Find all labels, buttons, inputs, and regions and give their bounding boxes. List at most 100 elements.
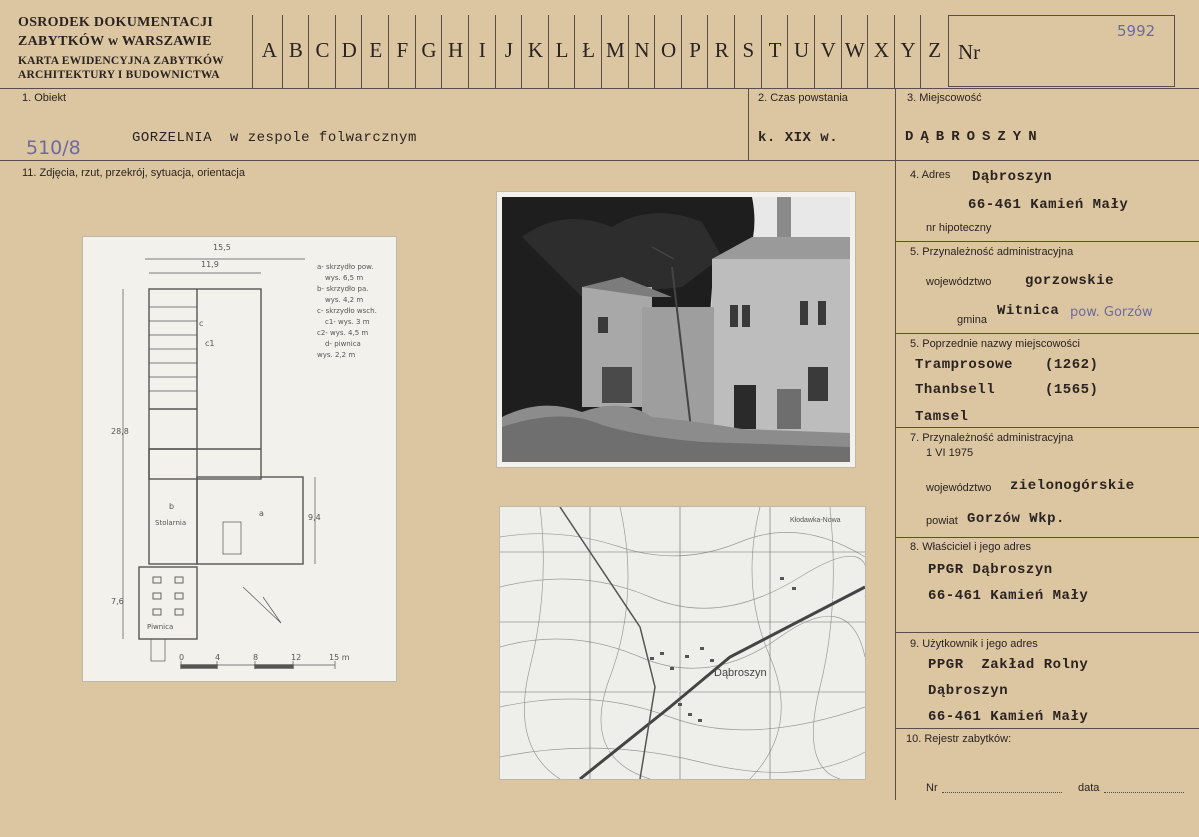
woj-label: województwo: [926, 276, 992, 288]
alphabet-cell-divider: [467, 15, 469, 88]
floor-plan-drawing: 15,5 11,9 28,8 9,4 7,6 a- skrzydło pow. w…: [83, 237, 396, 681]
map-town-label: Dąbroszyn: [714, 667, 767, 679]
alphabet-letter: X: [873, 38, 890, 62]
rejestr-data-dots: [1104, 792, 1184, 793]
uzytkownik-line2: Dąbroszyn: [928, 683, 1009, 699]
poprz-2-name: Thanbsell: [915, 382, 996, 398]
alphabet-letter: O: [660, 38, 677, 62]
alphabet-cell-divider: [707, 15, 709, 88]
plan-scale-label: 4: [215, 653, 221, 662]
alphabet-cell-divider: [334, 15, 336, 88]
alphabet-letter: L: [555, 38, 569, 62]
plan-legend-line: wys. 6,5 m: [325, 274, 364, 282]
alphabet-letter: S: [742, 38, 755, 62]
alphabet-cell-divider: [654, 15, 656, 88]
alphabet-cell-divider: [308, 15, 310, 88]
alphabet-letter: K: [527, 38, 544, 62]
plan-legend-line: wys. 2,2 m: [317, 351, 356, 359]
card-title-line2: ARCHITEKTURY I BUDOWNICTWA: [18, 69, 220, 81]
poprz-1-year: (1262): [1045, 357, 1099, 373]
alphabet-letter: C: [315, 38, 330, 62]
alphabet-letter: R: [714, 38, 729, 62]
obiekt-handnote: 510/8: [26, 137, 81, 159]
poprz-label: 5. Poprzednie nazwy miejscowości: [910, 338, 1080, 350]
poprz-3-name: Tamsel: [915, 409, 969, 425]
header-left-divider: [252, 15, 253, 88]
hipoteczny-label: nr hipoteczny: [926, 222, 992, 234]
plan-room-b: b: [169, 502, 175, 511]
obiekt-divider: [748, 88, 749, 160]
alphabet-cell-divider: [680, 15, 682, 88]
miejscowosc-label: 3. Miejscowość: [907, 92, 982, 104]
location-map: Dąbroszyn Kłodawka-Nowa: [500, 507, 865, 779]
sep-przyn: [895, 333, 1199, 334]
plan-legend-line: c2- wys. 4,5 m: [317, 329, 369, 337]
plan-legend-line: b- skrzydło pa.: [317, 285, 369, 293]
right-column-divider: [895, 88, 896, 800]
plan-dim-bottom-left: 7,6: [111, 597, 124, 606]
gmina-value: Witnica: [997, 303, 1060, 319]
row1-divider: [0, 160, 1199, 161]
org-name-line1: OSRODEK DOKUMENTACJI: [18, 15, 214, 30]
building-photo: [497, 192, 855, 467]
alphabet-cell-divider: [574, 15, 576, 88]
alphabet-letter: T: [768, 38, 782, 62]
rejestr-data-label: data: [1078, 782, 1100, 794]
wlasciciel-label: 8. Właściciel i jego adres: [910, 541, 1032, 553]
plan-dim-top-outer: 15,5: [213, 243, 231, 252]
alphabet-letter: G: [421, 38, 437, 62]
alphabet-cell-divider: [813, 15, 815, 88]
nr-label: Nr: [958, 40, 981, 64]
alphabet-cell-divider: [388, 15, 390, 88]
wlasciciel-line2: 66-461 Kamień Mały: [928, 588, 1089, 604]
alphabet-cell-divider: [867, 15, 869, 88]
woj7-value: zielonogórskie: [1010, 478, 1135, 494]
adres-line2: 66-461 Kamień Mały: [968, 197, 1129, 213]
alphabet-cell-divider: [521, 15, 523, 88]
alphabet-cell-divider: [441, 15, 443, 88]
sep-uzytkownik: [895, 728, 1199, 729]
uzytkownik-label: 9. Użytkownik i jego adres: [910, 638, 1038, 650]
adres-label: 4. Adres: [910, 169, 951, 181]
plan-legend-line: a- skrzydło pow.: [317, 263, 374, 271]
alphabet-letter: E: [369, 38, 383, 62]
alphabet-cell-divider: [840, 15, 842, 88]
alphabet-letter: V: [820, 38, 836, 62]
poprz-1-name: Tramprosowe: [915, 357, 1013, 373]
plan-scale-label: 0: [179, 653, 185, 662]
gmina-label: gmina: [957, 314, 987, 326]
woj-value: gorzowskie: [1025, 273, 1115, 289]
alphabet-letter: N: [634, 38, 650, 62]
plan-legend-line: d- piwnica: [325, 340, 361, 348]
card-title-line1: KARTA EWIDENCYJNA ZABYTKÓW: [18, 55, 224, 67]
plan-legend-line: c- skrzydło wsch.: [317, 307, 377, 315]
alphabet-cell-divider: [601, 15, 602, 88]
alphabet-cell-divider: [414, 15, 416, 88]
plan-dim-top-inner: 11,9: [201, 260, 219, 269]
alphabet-letter: F: [396, 38, 409, 62]
alphabet-cell-divider: [787, 15, 789, 88]
uzytkownik-line1: PPGR Zakład Rolny: [928, 657, 1089, 673]
wlasciciel-line1: PPGR Dąbroszyn: [928, 562, 1053, 578]
alphabet-cell-divider: [627, 15, 629, 88]
alphabet-letter: J: [504, 38, 513, 62]
location-map-svg: [500, 507, 865, 779]
plan-room-c: c: [199, 319, 204, 328]
gmina-handnote: pow. Gorzów: [1070, 305, 1153, 320]
alphabet-letter: Y: [900, 38, 916, 62]
sep-wlasciciel: [895, 632, 1199, 633]
alphabet-cell-divider: [494, 15, 496, 88]
przyn7-label: 7. Przynależność administracyjna: [910, 432, 1074, 444]
alphabet-letter: I: [478, 38, 486, 62]
map-north-label: Kłodawka-Nowa: [790, 517, 841, 524]
rejestr-nr-dots: [942, 792, 1062, 793]
alphabet-letter: U: [794, 38, 810, 62]
plan-legend-line: wys. 4,2 m: [325, 296, 364, 304]
plan-room-a: a: [259, 509, 264, 518]
plan-scale-label: 15 m: [329, 653, 350, 662]
alphabet-letter: M: [605, 38, 625, 62]
alphabet-cell-divider: [893, 15, 895, 88]
plan-room-d: Piwnica: [147, 623, 174, 631]
woj7-label: województwo: [926, 482, 992, 494]
alphabet-letter: D: [341, 38, 357, 62]
